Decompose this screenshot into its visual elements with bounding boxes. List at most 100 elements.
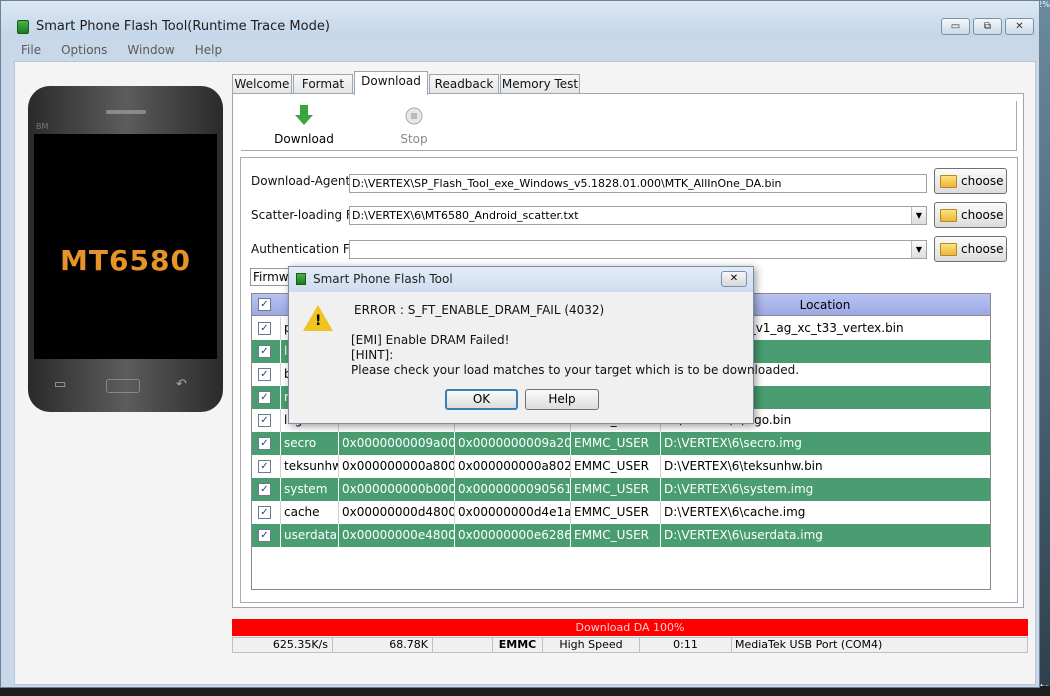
dialog-title-bar: Smart Phone Flash Tool ✕ bbox=[289, 267, 753, 292]
minimize-button[interactable]: ▭ bbox=[941, 18, 970, 35]
menu-options[interactable]: Options bbox=[61, 39, 107, 61]
cell-location: D:\VERTEX\6\secro.img bbox=[660, 432, 990, 455]
toolbar: Download Stop bbox=[241, 101, 1017, 151]
close-button[interactable]: ✕ bbox=[1005, 18, 1034, 35]
progress-bar: Download DA 100% bbox=[232, 619, 1028, 636]
cell-location: D:\VERTEX\6\system.img bbox=[660, 478, 990, 501]
download-agent-label: Download-Agent bbox=[251, 174, 351, 188]
tab-memory-test[interactable]: Memory Test bbox=[500, 74, 580, 94]
tab-welcome[interactable]: Welcome bbox=[232, 74, 292, 94]
tab-download[interactable]: Download bbox=[354, 71, 428, 95]
row-checkbox[interactable]: ✓ bbox=[258, 506, 271, 519]
choose-scatter-button[interactable]: choose bbox=[934, 202, 1007, 228]
menu-key-icon: ▭ bbox=[54, 377, 67, 392]
stop-button[interactable]: Stop bbox=[379, 105, 449, 146]
row-checkbox[interactable]: ✓ bbox=[258, 391, 271, 404]
main-window: Smart Phone Flash Tool(Runtime Trace Mod… bbox=[0, 0, 1040, 688]
phone-screen: MT6580 bbox=[34, 134, 217, 359]
home-key-icon bbox=[106, 379, 140, 393]
choose-label: choose bbox=[961, 242, 1004, 256]
menu-help[interactable]: Help bbox=[195, 39, 222, 61]
error-line-3: Please check your load matches to your t… bbox=[351, 363, 800, 377]
row-checkbox[interactable]: ✓ bbox=[258, 322, 271, 335]
row-checkbox[interactable]: ✓ bbox=[258, 483, 271, 496]
error-dialog: Smart Phone Flash Tool ✕ ! ERROR : S_FT_… bbox=[288, 266, 799, 424]
cell-region: EMMC_USER bbox=[570, 524, 660, 547]
cell-location: D:\VERTEX\6\teksunhw.bin bbox=[660, 455, 990, 478]
status-bar: 625.35K/s 68.78K EMMC High Speed 0:11 Me… bbox=[232, 637, 1028, 653]
cell-end: 0x00000000d4e1a0e7 bbox=[454, 501, 570, 524]
dialog-title: Smart Phone Flash Tool bbox=[313, 272, 453, 286]
chevron-down-icon[interactable]: ▼ bbox=[911, 207, 926, 224]
row-checkbox[interactable]: ✓ bbox=[258, 460, 271, 473]
menu-file[interactable]: File bbox=[21, 39, 41, 61]
table-row[interactable]: ✓ userdata0x00000000e48000000x00000000e62… bbox=[252, 524, 990, 547]
table-row[interactable]: ✓ cache0x00000000d48000000x00000000d4e1a0… bbox=[252, 501, 990, 524]
cell-region: EMMC_USER bbox=[570, 455, 660, 478]
cell-begin: 0x000000000a800000 bbox=[338, 455, 454, 478]
cell-location: D:\VERTEX\6\cache.img bbox=[660, 501, 990, 524]
help-button[interactable]: Help bbox=[525, 389, 599, 410]
stop-label: Stop bbox=[400, 132, 428, 146]
menu-bar: File Options Window Help bbox=[1, 39, 1039, 61]
table-row[interactable]: ✓ system0x000000000b0000000x0000000090561… bbox=[252, 478, 990, 501]
download-arrow-icon bbox=[295, 105, 313, 125]
title-bar: Smart Phone Flash Tool(Runtime Trace Mod… bbox=[1, 1, 1039, 37]
cell-name: system bbox=[280, 478, 338, 501]
phone-image: BM MT6580 ▭ ↶ bbox=[28, 86, 223, 412]
tab-readback[interactable]: Readback bbox=[429, 74, 499, 94]
status-speed: 625.35K/s bbox=[233, 638, 333, 652]
cell-end: 0x0000000090561913 bbox=[454, 478, 570, 501]
window-title: Smart Phone Flash Tool(Runtime Trace Mod… bbox=[36, 19, 330, 34]
status-mode: High Speed bbox=[543, 638, 640, 652]
choose-label: choose bbox=[961, 208, 1004, 222]
choose-auth-button[interactable]: choose bbox=[934, 236, 1007, 262]
chevron-down-icon[interactable]: ▼ bbox=[911, 241, 926, 258]
folder-icon bbox=[940, 243, 957, 256]
cell-location: D:\VERTEX\6\userdata.img bbox=[660, 524, 990, 547]
back-key-icon: ↶ bbox=[176, 377, 187, 392]
restore-button[interactable]: ⧉ bbox=[973, 18, 1002, 35]
dialog-close-button[interactable]: ✕ bbox=[721, 271, 747, 287]
status-time: 0:11 bbox=[640, 638, 732, 652]
download-button[interactable]: Download bbox=[269, 105, 339, 146]
scatter-field[interactable]: D:\VERTEX\6\MT6580_Android_scatter.txt ▼ bbox=[349, 206, 927, 225]
status-size: 68.78K bbox=[333, 638, 433, 652]
error-line-2: [HINT]: bbox=[351, 348, 394, 362]
row-checkbox[interactable]: ✓ bbox=[258, 437, 271, 450]
cell-region: EMMC_USER bbox=[570, 478, 660, 501]
tab-format[interactable]: Format bbox=[293, 74, 353, 94]
cell-region: EMMC_USER bbox=[570, 501, 660, 524]
download-agent-field[interactable]: D:\VERTEX\SP_Flash_Tool_exe_Windows_v5.1… bbox=[349, 174, 927, 193]
status-blank bbox=[433, 638, 493, 652]
table-row[interactable]: ✓ teksunhw0x000000000a8000000x000000000a8… bbox=[252, 455, 990, 478]
row-checkbox[interactable]: ✓ bbox=[258, 529, 271, 542]
menu-window[interactable]: Window bbox=[127, 39, 174, 61]
cell-begin: 0x000000000b000000 bbox=[338, 478, 454, 501]
table-row[interactable]: ✓ secro0x0000000009a000000x0000000009a20f… bbox=[252, 432, 990, 455]
cell-name: userdata bbox=[280, 524, 338, 547]
cell-name: secro bbox=[280, 432, 338, 455]
status-storage: EMMC bbox=[493, 638, 543, 652]
auth-field[interactable]: ▼ bbox=[349, 240, 927, 259]
row-checkbox[interactable]: ✓ bbox=[258, 414, 271, 427]
auth-label: Authentication File bbox=[251, 242, 363, 256]
row-checkbox[interactable]: ✓ bbox=[258, 368, 271, 381]
scatter-value: D:\VERTEX\6\MT6580_Android_scatter.txt bbox=[352, 209, 579, 222]
cell-end: 0x00000000e6286267 bbox=[454, 524, 570, 547]
phone-keys: ▭ ↶ bbox=[28, 371, 223, 401]
error-code: ERROR : S_FT_ENABLE_DRAM_FAIL (4032) bbox=[354, 303, 605, 317]
download-label: Download bbox=[274, 132, 334, 146]
cell-end: 0x0000000009a20fff bbox=[454, 432, 570, 455]
ok-button[interactable]: OK bbox=[445, 389, 518, 410]
choose-label: choose bbox=[961, 174, 1004, 188]
status-port: MediaTek USB Port (COM4) bbox=[735, 638, 883, 651]
cell-name: cache bbox=[280, 501, 338, 524]
folder-icon bbox=[940, 175, 957, 188]
warning-icon: ! bbox=[303, 305, 333, 331]
choose-da-button[interactable]: choose bbox=[934, 168, 1007, 194]
row-checkbox[interactable]: ✓ bbox=[258, 345, 271, 358]
select-all-checkbox[interactable]: ✓ bbox=[258, 298, 271, 311]
error-line-1: [EMI] Enable DRAM Failed! bbox=[351, 333, 510, 347]
phone-model: MT6580 bbox=[60, 244, 191, 277]
